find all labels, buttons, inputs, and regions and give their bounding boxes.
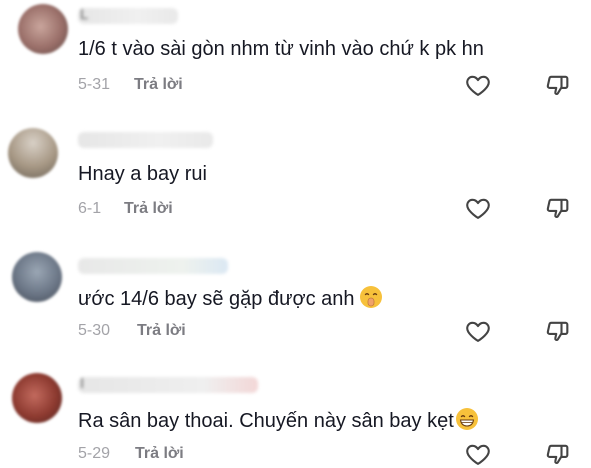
heart-outline-icon[interactable] — [464, 71, 492, 99]
comment-text: Ra sân bay thoai. Chuyến này sân bay kẹt — [78, 407, 479, 433]
comment-date: 5-29 — [78, 445, 111, 462]
avatar[interactable] — [12, 373, 62, 423]
avatar[interactable] — [12, 252, 62, 302]
thumbs-down-outline-icon[interactable] — [544, 71, 572, 99]
username[interactable]: L — [78, 6, 178, 24]
thumbs-down-outline-icon[interactable] — [544, 194, 572, 222]
comment-item: Hnay a bay rui 6-1 Trả lời — [0, 110, 591, 240]
comment-text: ước 14/6 bay sẽ gặp được anh — [78, 285, 383, 311]
thumbs-down-outline-icon[interactable] — [544, 317, 572, 345]
comment-text: 1/6 t vào sài gòn nhm từ vinh vào chứ k … — [78, 38, 484, 60]
username[interactable] — [78, 258, 228, 274]
reply-button[interactable]: Trả lời — [137, 322, 186, 340]
comment-text-content: ước 14/6 bay sẽ gặp được anh — [78, 288, 355, 310]
comment-text: Hnay a bay rui — [78, 163, 207, 185]
heart-outline-icon[interactable] — [464, 194, 492, 222]
reply-button[interactable]: Trả lời — [135, 445, 184, 463]
grinning-face-emoji — [455, 408, 478, 430]
reply-button[interactable]: Trả lời — [134, 76, 183, 94]
username-initial: L — [80, 6, 89, 23]
heart-outline-icon[interactable] — [464, 317, 492, 345]
comment-date: 5-31 — [78, 76, 111, 93]
shushing-face-emoji — [359, 286, 382, 308]
avatar[interactable] — [18, 4, 68, 54]
comment-date: 6-1 — [78, 200, 102, 217]
username[interactable]: I — [78, 375, 258, 393]
username[interactable] — [78, 132, 213, 148]
heart-outline-icon[interactable] — [464, 440, 492, 468]
thumbs-down-outline-icon[interactable] — [544, 440, 572, 468]
avatar[interactable] — [8, 128, 58, 178]
comment-text-content: Ra sân bay thoai. Chuyến này sân bay kẹt — [78, 410, 454, 432]
username-initial: I — [80, 375, 85, 392]
comment-item: L 1/6 t vào sài gòn nhm từ vinh vào chứ … — [0, 0, 591, 110]
comment-item: I Ra sân bay thoai. Chuyến này sân bay k… — [0, 365, 591, 465]
comment-item: ước 14/6 bay sẽ gặp được anh 5-30 Trả lờ… — [0, 240, 591, 365]
comment-date: 5-30 — [78, 322, 111, 339]
reply-button[interactable]: Trả lời — [124, 200, 173, 218]
